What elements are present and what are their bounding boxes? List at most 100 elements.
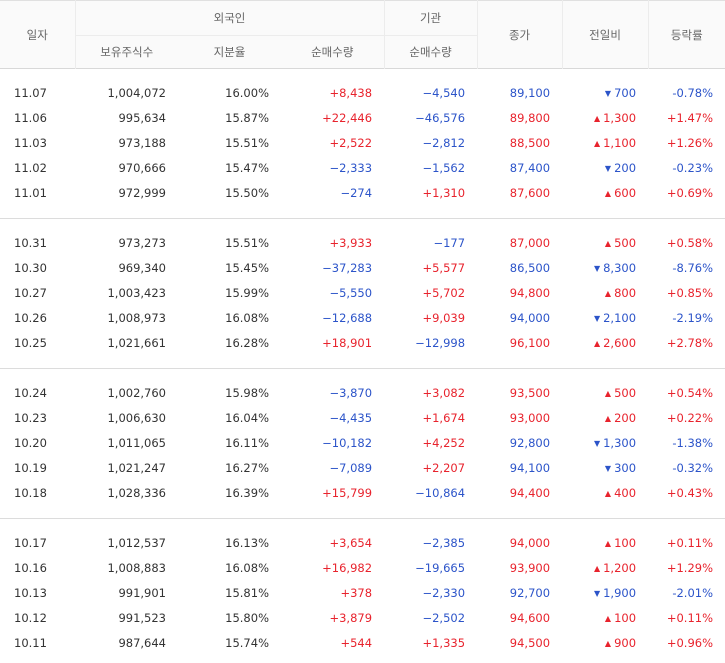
change-value: 700 <box>614 86 637 101</box>
date-cell: 10.18 <box>14 485 47 500</box>
close-cell: 87,000 <box>509 236 551 251</box>
share-cell: 15.80% <box>225 610 269 625</box>
rate-cell: +1.29% <box>666 561 714 576</box>
share-cell: 16.28% <box>225 335 269 350</box>
table-row: 10.23 1,006,630 16.04% −4,435 +1,674 93,000 ▲ 2… <box>0 406 725 431</box>
inst-net-cell: −1,562 <box>422 160 466 175</box>
rate-cell: -2.19% <box>672 310 714 325</box>
change-value: 400 <box>614 485 637 500</box>
triangle-up-icon: ▲ <box>604 389 612 399</box>
share-cell: 16.27% <box>225 460 269 475</box>
holdings-cell: 1,028,336 <box>107 485 166 500</box>
holdings-cell: 970,666 <box>118 160 166 175</box>
date-cell: 10.23 <box>14 411 47 426</box>
foreign-net-cell: +15,799 <box>322 485 373 500</box>
close-cell: 94,800 <box>509 285 551 300</box>
change-value: 1,300 <box>603 111 637 126</box>
triangle-up-icon: ▲ <box>604 539 612 549</box>
close-cell: 93,000 <box>509 411 551 426</box>
group-spacer <box>0 368 725 381</box>
change-value: 300 <box>614 460 637 475</box>
change-cell: ▲ 600 <box>562 180 648 205</box>
triangle-up-icon: ▲ <box>604 613 612 623</box>
holdings-cell: 973,273 <box>118 236 166 251</box>
rate-cell: +0.43% <box>666 485 714 500</box>
holdings-cell: 1,006,630 <box>107 411 166 426</box>
date-cell: 11.06 <box>14 111 47 126</box>
close-cell: 89,800 <box>509 111 551 126</box>
change-value: 2,100 <box>603 310 637 325</box>
date-cell: 10.12 <box>14 610 47 625</box>
spacer-cell <box>0 518 725 531</box>
foreign-net-cell: −5,550 <box>329 285 373 300</box>
change-value: 100 <box>614 536 637 551</box>
change-cell: ▲ 100 <box>562 605 648 630</box>
change-cell: ▲ 900 <box>562 630 648 655</box>
header-change: 전일비 <box>561 0 649 69</box>
change-value: 500 <box>614 386 637 401</box>
rate-cell: +1.26% <box>666 135 714 150</box>
inst-net-cell: +9,039 <box>422 310 466 325</box>
rate-cell: -0.32% <box>672 460 714 475</box>
table-row: 10.16 1,008,883 16.08% +16,982 −19,665 93,900… <box>0 556 725 581</box>
spacer-cell <box>0 218 725 231</box>
triangle-up-icon: ▲ <box>593 564 601 574</box>
table-row: 10.12 991,523 15.80% +3,879 −2,502 94,600 ▲ 100… <box>0 605 725 630</box>
foreign-net-cell: −7,089 <box>329 460 373 475</box>
divider-cell <box>0 504 725 519</box>
rate-cell: +0.85% <box>666 285 714 300</box>
share-cell: 16.00% <box>225 86 269 101</box>
triangle-up-icon: ▲ <box>604 288 612 298</box>
close-cell: 94,000 <box>509 536 551 551</box>
rate-cell: -0.23% <box>672 160 714 175</box>
share-cell: 15.51% <box>225 135 269 150</box>
close-cell: 89,100 <box>509 86 551 101</box>
share-cell: 15.50% <box>225 185 269 200</box>
date-cell: 10.30 <box>14 261 47 276</box>
holdings-cell: 1,011,065 <box>107 435 166 450</box>
inst-net-cell: +5,577 <box>422 261 466 276</box>
holdings-cell: 1,008,883 <box>107 561 166 576</box>
header-institution: 기관 <box>383 0 478 36</box>
rate-cell: +0.69% <box>666 185 714 200</box>
table-row: 10.25 1,021,661 16.28% +18,901 −12,998 96,100… <box>0 330 725 355</box>
triangle-up-icon: ▲ <box>604 638 612 648</box>
holdings-cell: 973,188 <box>118 135 166 150</box>
foreign-net-cell: +2,522 <box>329 135 373 150</box>
change-cell: ▲ 500 <box>562 231 648 256</box>
change-cell: ▼ 1,300 <box>562 431 648 456</box>
date-cell: 10.25 <box>14 335 47 350</box>
date-cell: 11.03 <box>14 135 47 150</box>
triangle-up-icon: ▲ <box>593 338 601 348</box>
foreign-net-cell: +18,901 <box>322 335 373 350</box>
foreign-net-cell: −4,435 <box>329 411 373 426</box>
triangle-up-icon: ▲ <box>604 414 612 424</box>
triangle-up-icon: ▲ <box>604 188 612 198</box>
share-cell: 15.47% <box>225 160 269 175</box>
change-value: 900 <box>614 635 637 650</box>
close-cell: 94,000 <box>509 310 551 325</box>
inst-net-cell: +4,252 <box>422 435 466 450</box>
close-cell: 96,100 <box>509 335 551 350</box>
table-row: 10.19 1,021,247 16.27% −7,089 +2,207 94,100 ▼ 3… <box>0 455 725 480</box>
table-header: 일자 외국인 기관 종가 전일비 등락률 보유주식수 지분율 순매수량 순매수량 <box>0 0 725 69</box>
foreign-net-cell: +3,933 <box>329 236 373 251</box>
table-body: 11.07 1,004,072 16.00% +8,438 −4,540 89,100 ▼ 7… <box>0 69 725 655</box>
rate-cell: +0.58% <box>666 236 714 251</box>
holdings-cell: 1,008,973 <box>107 310 166 325</box>
table-row: 10.30 969,340 15.45% −37,283 +5,577 86,500 ▼ 8,… <box>0 256 725 281</box>
change-value: 600 <box>614 185 637 200</box>
table-row: 10.13 991,901 15.81% +378 −2,330 92,700 ▼ 1,900… <box>0 581 725 606</box>
change-cell: ▼ 1,900 <box>562 581 648 606</box>
close-cell: 88,500 <box>509 135 551 150</box>
triangle-down-icon: ▼ <box>593 438 601 448</box>
triangle-up-icon: ▲ <box>604 488 612 498</box>
change-cell: ▼ 200 <box>562 155 648 180</box>
share-cell: 16.13% <box>225 536 269 551</box>
holdings-cell: 991,901 <box>118 585 166 600</box>
holdings-cell: 1,004,072 <box>107 86 166 101</box>
foreign-net-cell: +3,654 <box>329 536 373 551</box>
share-cell: 15.87% <box>225 111 269 126</box>
change-cell: ▲ 1,100 <box>562 131 648 156</box>
close-cell: 93,500 <box>509 386 551 401</box>
